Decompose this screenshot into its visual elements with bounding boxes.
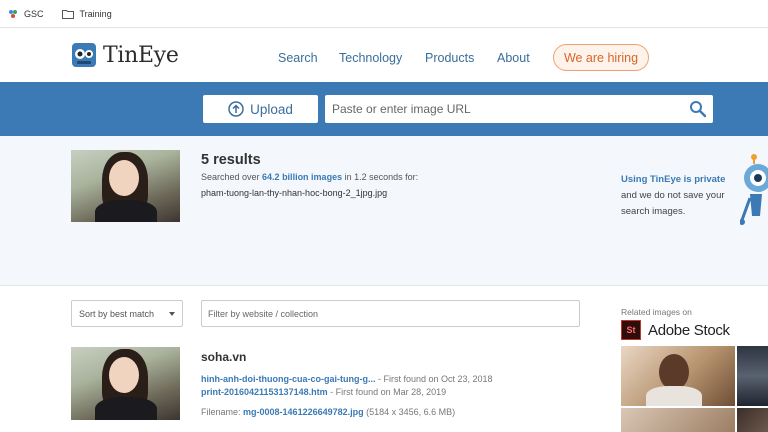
- adobe-stock-badge-icon: St: [621, 320, 641, 340]
- result-found-2: - First found on Mar 28, 2019: [327, 387, 447, 397]
- nav-search[interactable]: Search: [278, 51, 318, 65]
- search-meta-count[interactable]: 64.2 billion images: [262, 172, 342, 182]
- result-site-name[interactable]: soha.vn: [201, 350, 246, 364]
- result-thumbnail[interactable]: [71, 347, 180, 420]
- bookmark-training[interactable]: Training: [61, 8, 112, 19]
- logo-text: TinEye: [103, 42, 179, 68]
- sort-select[interactable]: Sort by best match: [71, 300, 183, 327]
- related-image-3[interactable]: [621, 408, 735, 432]
- privacy-line-2: and we do not save your: [621, 190, 725, 201]
- query-filename: pham-tuong-lan-thy-nhan-hoc-bong-2_1jpg.…: [201, 188, 388, 198]
- search-meta-prefix: Searched over: [201, 172, 263, 182]
- upload-button[interactable]: Upload: [203, 95, 318, 123]
- result-filename-link[interactable]: mg-0008-1461226649782.jpg: [243, 407, 364, 417]
- tineye-logo[interactable]: TinEye: [71, 42, 179, 68]
- chevron-down-icon: [169, 312, 175, 316]
- search-meta: Searched over 64.2 billion images in 1.2…: [201, 172, 418, 182]
- result-match-1: hinh-anh-doi-thuong-cua-co-gai-tung-g...…: [201, 374, 493, 384]
- privacy-note: Using TinEye is private and we do not sa…: [621, 172, 725, 220]
- bookmark-training-label: Training: [79, 8, 112, 19]
- result-link-2[interactable]: print-20160421153137148.htm: [201, 387, 328, 397]
- results-count: 5 results: [201, 152, 261, 168]
- upload-arrow-icon: [228, 101, 244, 117]
- url-search-box: [325, 95, 713, 123]
- sort-value: Sort by best match: [79, 308, 155, 319]
- result-filename-prefix: Filename:: [201, 407, 244, 417]
- image-url-input[interactable]: [325, 95, 685, 123]
- upload-label: Upload: [250, 101, 293, 117]
- query-image-thumbnail[interactable]: [71, 150, 180, 222]
- bookmark-gsc-label: GSC: [24, 8, 44, 19]
- result-filename-meta: (5184 x 3456, 6.6 MB): [363, 407, 456, 417]
- nav-technology[interactable]: Technology: [339, 51, 402, 65]
- result-found-1: - First found on Oct 23, 2018: [375, 374, 493, 384]
- results-summary: 5 results Searched over 64.2 billion ima…: [0, 136, 768, 286]
- bookmark-gsc[interactable]: GSC: [8, 9, 44, 19]
- site-header: TinEye Search Technology Products About …: [0, 28, 768, 82]
- search-band: Upload: [0, 82, 768, 136]
- nav-about[interactable]: About: [497, 51, 530, 65]
- related-image-2[interactable]: [737, 346, 768, 406]
- result-filename-line: Filename: mg-0008-1461226649782.jpg (518…: [201, 407, 455, 417]
- we-are-hiring-button[interactable]: We are hiring: [553, 44, 649, 71]
- filter-input[interactable]: [202, 301, 579, 326]
- related-image-1[interactable]: [621, 346, 735, 406]
- gsc-icon: [9, 9, 17, 18]
- search-icon[interactable]: [689, 100, 707, 118]
- privacy-link[interactable]: Using TinEye is private: [621, 172, 725, 188]
- nav-products[interactable]: Products: [425, 51, 474, 65]
- result-match-2: print-20160421153137148.htm - First foun…: [201, 387, 446, 397]
- related-images-label: Related images on: [621, 307, 692, 317]
- related-image-4[interactable]: [737, 408, 768, 432]
- adobe-stock-logo[interactable]: St Adobe Stock: [621, 320, 730, 340]
- privacy-line-3: search images.: [621, 206, 686, 217]
- tineye-robot-icon: [72, 43, 96, 67]
- robot-mascot-icon: [740, 154, 768, 225]
- bookmarks-bar: GSC Training: [0, 0, 768, 28]
- folder-icon: [61, 9, 74, 19]
- search-meta-suffix: in 1.2 seconds for:: [342, 172, 419, 182]
- result-link-1[interactable]: hinh-anh-doi-thuong-cua-co-gai-tung-g...: [201, 374, 375, 384]
- adobe-stock-name: Adobe Stock: [648, 321, 730, 339]
- filter-box: [201, 300, 580, 327]
